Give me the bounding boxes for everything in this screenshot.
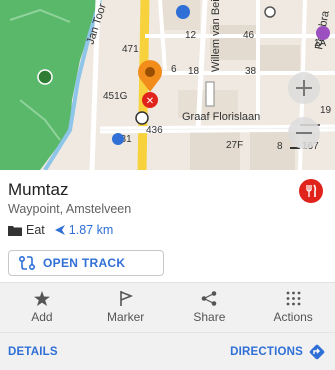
poi-info-panel: Mumtaz Waypoint, Amstelveen Eat 1.87 km … — [0, 170, 335, 282]
add-label: Add — [31, 310, 53, 324]
details-button[interactable]: DETAILS — [8, 346, 58, 358]
share-label: Share — [193, 310, 226, 324]
directions-label: DIRECTIONS — [230, 345, 303, 358]
parking-icon — [112, 133, 124, 145]
street-label-willem: Willem van Beijeren — [210, 0, 222, 72]
house-number: 19 — [320, 105, 332, 116]
poi-meta: Eat 1.87 km — [8, 223, 113, 237]
direction-arrow-icon — [54, 225, 65, 235]
share-icon — [202, 291, 217, 306]
marker-label: Marker — [106, 310, 145, 324]
house-number: 46 — [243, 30, 255, 41]
playground-icon — [37, 69, 53, 85]
directions-button[interactable]: DIRECTIONS — [230, 344, 325, 360]
open-track-button[interactable]: OPEN TRACK — [8, 250, 164, 276]
bus-stop-icon — [176, 5, 190, 19]
stop-icon — [135, 111, 149, 125]
marker-button[interactable]: Marker — [84, 283, 168, 332]
house-number: 471 — [122, 44, 139, 55]
track-icon — [19, 256, 35, 270]
actions-label: Actions — [273, 310, 313, 324]
directions-icon — [309, 344, 325, 359]
share-button[interactable]: Share — [168, 283, 252, 332]
house-number: 8 — [277, 141, 283, 152]
poi-category: Eat — [26, 223, 45, 237]
add-button[interactable]: Add — [0, 283, 84, 332]
grid-dots-icon — [286, 291, 301, 306]
shop-icon — [316, 26, 330, 40]
main-road — [137, 0, 150, 170]
folder-icon — [8, 225, 22, 236]
map-view[interactable]: Jan Toor Willem van Beijeren Graaf Flori… — [0, 0, 335, 170]
star-icon — [33, 291, 50, 306]
house-number: 436 — [146, 125, 163, 136]
house-number: 6 — [171, 64, 177, 75]
house-number: 38 — [245, 66, 257, 77]
house-number: 27F — [226, 140, 243, 151]
open-track-label: OPEN TRACK — [43, 256, 126, 270]
house-number: 12 — [185, 30, 197, 41]
restaurant-badge-icon — [299, 179, 323, 203]
action-bar: Add Marker Share Actions — [0, 282, 335, 332]
building-icon — [205, 81, 215, 107]
bottom-bar: DETAILS DIRECTIONS — [0, 332, 335, 370]
house-number: 18 — [188, 66, 200, 77]
poi-dot-icon — [264, 6, 276, 18]
svg-text:✕: ✕ — [146, 96, 154, 107]
flag-icon — [119, 291, 133, 306]
poi-subtitle: Waypoint, Amstelveen — [8, 202, 132, 216]
poi-distance: 1.87 km — [68, 223, 114, 237]
house-number: 451G — [103, 91, 128, 102]
poi-title: Mumtaz — [8, 180, 69, 199]
street-label-graaf-florislaan: Graaf Florislaan — [182, 111, 260, 123]
actions-button[interactable]: Actions — [251, 283, 335, 332]
map-canvas[interactable]: Jan Toor Willem van Beijeren Graaf Flori… — [0, 0, 335, 170]
